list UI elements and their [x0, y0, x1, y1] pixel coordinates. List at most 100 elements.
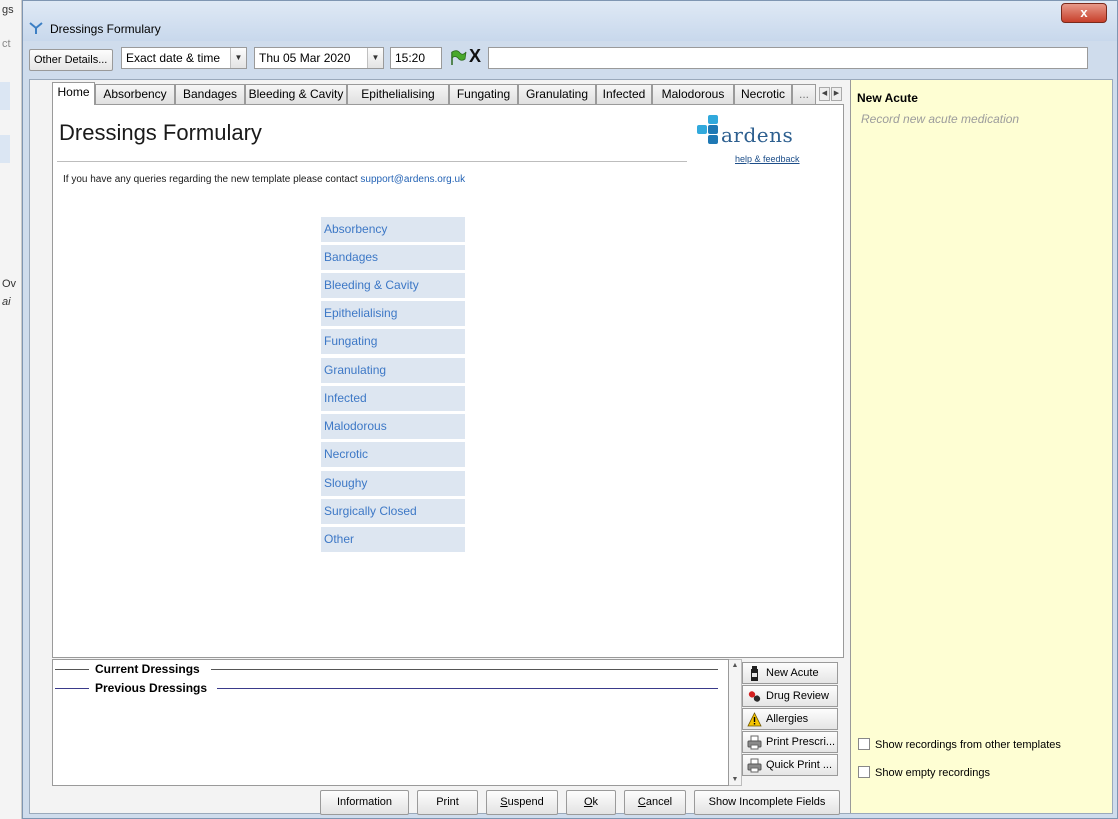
formulary-link-granulating[interactable]: Granulating: [321, 358, 465, 383]
new-acute-panel: New Acute Record new acute medication Sh…: [850, 80, 1112, 813]
divider: [55, 688, 89, 689]
formulary-link-absorbency[interactable]: Absorbency: [321, 217, 465, 242]
show-other-templates-checkbox[interactable]: Show recordings from other templates: [858, 738, 1061, 752]
scroll-down-icon[interactable]: ▼: [729, 776, 741, 783]
medicine-bottle-icon: [751, 666, 758, 681]
show-empty-recordings-checkbox[interactable]: Show empty recordings: [858, 766, 990, 780]
chevron-down-icon: ▼: [230, 48, 246, 68]
tab-absorbency[interactable]: Absorbency: [95, 84, 175, 104]
show-incomplete-fields-button[interactable]: Show Incomplete Fields: [694, 790, 840, 815]
background-text: gs: [2, 4, 14, 16]
tab-more[interactable]: ...: [792, 84, 816, 104]
formulary-link-bleeding-cavity[interactable]: Bleeding & Cavity: [321, 273, 465, 298]
formulary-link-bandages[interactable]: Bandages: [321, 245, 465, 270]
free-text-input[interactable]: [488, 47, 1088, 69]
tab-home[interactable]: Home: [52, 82, 95, 105]
background-app-strip: gs ct Ov ai: [0, 0, 22, 819]
info-text: If you have any queries regarding the ne…: [63, 174, 465, 185]
flag-icon[interactable]: [449, 49, 467, 67]
formulary-link-malodorous[interactable]: Malodorous: [321, 414, 465, 439]
formulary-link-epithelialising[interactable]: Epithelialising: [321, 301, 465, 326]
tab-bandages[interactable]: Bandages: [175, 84, 245, 104]
date-select[interactable]: Thu 05 Mar 2020 ▼: [254, 47, 384, 69]
divider: [211, 669, 718, 670]
date-value: Thu 05 Mar 2020: [259, 51, 351, 65]
suspend-label: uspend: [507, 796, 544, 808]
title-bar: Dressings Formulary x: [23, 1, 1117, 41]
formulary-link-other[interactable]: Other: [321, 527, 465, 552]
date-mode-select[interactable]: Exact date & time ▼: [121, 47, 247, 69]
app-icon: [29, 22, 43, 34]
formulary-link-sloughy[interactable]: Sloughy: [321, 471, 465, 496]
tab-necrotic[interactable]: Necrotic: [734, 84, 792, 104]
ardens-logo: ardens help & feedback: [696, 113, 808, 169]
print-prescription-label: Print Prescri...: [766, 736, 836, 748]
title-divider: [57, 161, 687, 162]
background-text: ct: [2, 38, 11, 50]
drug-review-button[interactable]: Drug Review: [742, 685, 838, 707]
recordings-list[interactable]: Current Dressings Previous Dressings: [52, 659, 729, 786]
tab-infected[interactable]: Infected: [596, 84, 652, 104]
cancel-button[interactable]: Cancel: [624, 790, 686, 815]
info-message: If you have any queries regarding the ne…: [63, 174, 358, 185]
show-empty-recordings-label: Show empty recordings: [875, 767, 990, 779]
quick-print-button[interactable]: Quick Print ...: [742, 754, 838, 776]
scroll-up-icon[interactable]: ▲: [729, 662, 741, 669]
background-text: Ov: [2, 278, 17, 290]
previous-dressings-label: Previous Dressings: [95, 681, 208, 695]
tab-scroll-right-icon[interactable]: ▶: [831, 87, 842, 101]
background-text: ai: [2, 296, 11, 308]
tab-scroll-left-icon[interactable]: ◀: [819, 87, 830, 101]
formulary-link-fungating[interactable]: Fungating: [321, 329, 465, 354]
warning-icon: [747, 712, 762, 727]
content-area: Home Absorbency Bandages Bleeding & Cavi…: [29, 79, 1113, 815]
support-email-link[interactable]: support@ardens.org.uk: [360, 174, 465, 185]
information-button[interactable]: Information: [320, 790, 409, 815]
background-block: [0, 135, 10, 163]
checkbox-box[interactable]: [858, 766, 870, 778]
ok-label: k: [592, 796, 599, 808]
other-details-button[interactable]: Other Details...: [29, 49, 113, 71]
toolbar: Other Details... Exact date & time ▼ Thu…: [29, 46, 1111, 73]
printer-icon: [747, 735, 762, 750]
formulary-link-surgically-closed[interactable]: Surgically Closed: [321, 499, 465, 524]
tab-strip: Home Absorbency Bandages Bleeding & Cavi…: [52, 82, 844, 105]
formulary-link-infected[interactable]: Infected: [321, 386, 465, 411]
close-button[interactable]: x: [1061, 3, 1107, 23]
current-dressings-header: Current Dressings: [53, 661, 718, 677]
window-title: Dressings Formulary: [50, 22, 161, 36]
ok-button[interactable]: Ok: [566, 790, 616, 815]
new-acute-label: New Acute: [766, 667, 819, 679]
recordings-area: Current Dressings Previous Dressings ▲ ▼: [52, 659, 844, 786]
recordings-scrollbar[interactable]: ▲ ▼: [729, 659, 742, 786]
background-block: [0, 82, 10, 110]
quick-print-label: Quick Print ...: [766, 759, 833, 771]
previous-dressings-header: Previous Dressings: [53, 680, 718, 696]
drug-review-label: Drug Review: [766, 690, 829, 702]
divider: [217, 688, 718, 689]
checkbox-box[interactable]: [858, 738, 870, 750]
ok-access-key: O: [583, 796, 593, 808]
new-acute-button[interactable]: New Acute: [742, 662, 838, 684]
time-input[interactable]: 15:20: [390, 47, 442, 69]
print-prescription-button[interactable]: Print Prescri...: [742, 731, 838, 753]
new-acute-subtitle: Record new acute medication: [861, 112, 1020, 126]
dressings-formulary-window: Dressings Formulary x Other Details... E…: [22, 0, 1118, 819]
print-button[interactable]: Print: [417, 790, 478, 815]
help-feedback-link[interactable]: help & feedback: [735, 154, 800, 164]
formulary-link-necrotic[interactable]: Necrotic: [321, 442, 465, 467]
tab-malodorous[interactable]: Malodorous: [652, 84, 734, 104]
tab-fungating[interactable]: Fungating: [449, 84, 518, 104]
divider: [55, 669, 89, 670]
new-acute-title: New Acute: [857, 91, 918, 105]
home-page: Dressings Formulary If you have any quer…: [52, 104, 844, 658]
tab-granulating[interactable]: Granulating: [518, 84, 596, 104]
clear-button[interactable]: X: [469, 46, 481, 67]
allergies-label: Allergies: [766, 713, 809, 725]
tab-epithelialising[interactable]: Epithelialising: [347, 84, 449, 104]
show-other-templates-label: Show recordings from other templates: [875, 739, 1061, 751]
tab-bleeding-cavity[interactable]: Bleeding & Cavity: [245, 84, 347, 104]
suspend-button[interactable]: Suspend: [486, 790, 558, 815]
cancel-access-key: C: [637, 796, 646, 808]
allergies-button[interactable]: Allergies: [742, 708, 838, 730]
